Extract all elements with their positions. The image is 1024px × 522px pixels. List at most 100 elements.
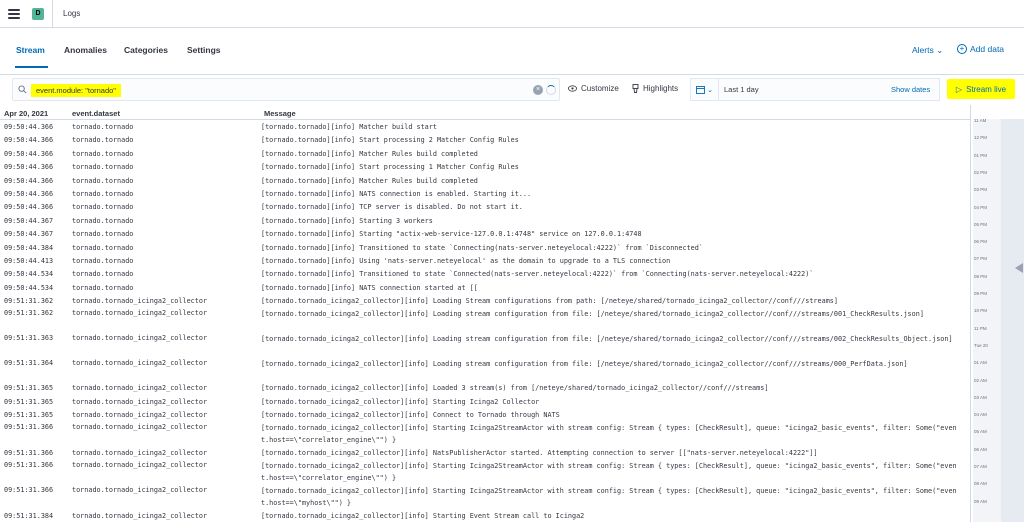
add-data-button[interactable]: + Add data — [957, 44, 1004, 54]
minimap-tick-label: 07 AM — [974, 464, 987, 469]
log-message: [tornado.tornado][info] Start processing… — [261, 163, 519, 172]
log-timestamp: 09:51:31.366 — [4, 449, 54, 458]
log-message: [tornado.tornado_icinga2_collector][info… — [261, 335, 953, 344]
minimap-tick-label: 04 PM — [974, 204, 988, 210]
clear-icon[interactable]: × — [533, 85, 543, 95]
log-row[interactable]: 09:50:44.366 tornado.tornado [tornado.torn… — [0, 148, 970, 161]
log-row[interactable]: 09:51:31.365 tornado.tornado_icinga2_coll… — [0, 409, 970, 422]
tabs-bar: Stream Anomalies Categories Settings Ale… — [0, 29, 1024, 75]
log-dataset: tornado.tornado — [72, 136, 134, 145]
log-row[interactable]: 09:51:31.362 tornado.tornado_icinga2_coll… — [0, 308, 970, 333]
log-timestamp: 09:51:31.366 — [4, 423, 54, 432]
log-stream: 09:50:44.366 tornado.tornado [tornado.torn… — [0, 121, 970, 522]
log-row[interactable]: 09:51:31.366 tornado.tornado_icinga2_coll… — [0, 447, 970, 460]
log-dataset: tornado.tornado_icinga2_collector — [72, 309, 208, 318]
log-message: [tornado.tornado][info] Transitioned to … — [261, 243, 703, 252]
tab-anomalies[interactable]: Anomalies — [64, 45, 107, 55]
log-row[interactable]: 09:51:31.364 tornado.tornado_icinga2_coll… — [0, 358, 970, 383]
highlights-button[interactable]: Highlights — [632, 84, 678, 93]
space-avatar[interactable]: D — [32, 7, 44, 20]
customize-button[interactable]: Customize — [568, 84, 619, 93]
log-row[interactable]: 09:50:44.534 tornado.tornado [tornado.torn… — [0, 268, 970, 281]
minimap-tick-label: 08 PM — [974, 273, 988, 279]
search-toolbar: event.module: "tornado" × Customize High… — [0, 76, 1024, 104]
log-row[interactable]: 09:51:31.362 tornado.tornado_icinga2_coll… — [0, 295, 970, 308]
log-row[interactable]: 09:50:44.366 tornado.tornado [tornado.torn… — [0, 161, 970, 174]
log-timestamp: 09:51:31.384 — [4, 511, 54, 520]
calendar-icon — [696, 86, 706, 94]
log-minimap[interactable]: 11 AM 12 PM 01 PM 02 PM 03 PM 04 PM 05 PM 06 PM… — [970, 105, 1024, 522]
column-header-dataset: event.dataset — [72, 109, 120, 118]
log-dataset: tornado.tornado_icinga2_collector — [72, 358, 208, 367]
log-dataset: tornado.tornado_icinga2_collector — [72, 384, 208, 393]
log-timestamp: 09:51:31.364 — [4, 358, 54, 367]
date-picker: ⌄ Last 1 day Show dates — [690, 78, 940, 101]
log-row[interactable]: 09:51:31.366 tornado.tornado_icinga2_coll… — [0, 422, 970, 447]
log-timestamp: 09:51:31.366 — [4, 461, 54, 470]
log-message: [tornado.tornado][info] Using 'nats-serv… — [261, 256, 671, 265]
column-header-message: Message — [264, 109, 296, 118]
minimap-tick-label: Tue 20 — [974, 342, 988, 348]
log-row[interactable]: 09:50:44.366 tornado.tornado [tornado.torn… — [0, 201, 970, 214]
minimap-tick-label: 05 AM — [974, 429, 987, 435]
log-timestamp: 09:50:44.366 — [4, 123, 54, 131]
log-row[interactable]: 09:50:44.366 tornado.tornado [tornado.torn… — [0, 188, 970, 201]
log-row[interactable]: 09:50:44.413 tornado.tornado [tornado.torn… — [0, 255, 970, 268]
quick-select-button[interactable]: ⌄ — [691, 79, 719, 100]
log-timestamp: 09:51:31.363 — [4, 334, 54, 343]
minimap-tick-label: 06 AM — [974, 446, 987, 452]
log-row[interactable]: 09:51:31.384 tornado.tornado_icinga2_coll… — [0, 510, 970, 522]
search-input[interactable]: event.module: "tornado" × — [12, 78, 560, 101]
time-range-label[interactable]: Last 1 day — [724, 85, 759, 94]
search-query-text: event.module: "tornado" — [31, 84, 121, 97]
log-timestamp: 09:50:44.413 — [4, 256, 54, 265]
log-dataset: tornado.tornado — [72, 176, 134, 185]
minimap-tick-label: 03 AM — [974, 394, 987, 400]
log-row[interactable]: 09:50:44.366 tornado.tornado [tornado.torn… — [0, 134, 970, 147]
minimap-tick-label: 11 AM — [974, 118, 987, 123]
log-row[interactable]: 09:51:31.363 tornado.tornado_icinga2_coll… — [0, 333, 970, 358]
minimap-tick-label: 01 PM — [974, 152, 988, 158]
log-row[interactable]: 09:51:31.366 tornado.tornado_icinga2_coll… — [0, 485, 970, 510]
log-dataset: tornado.tornado — [72, 163, 134, 172]
tab-settings[interactable]: Settings — [187, 45, 221, 55]
log-timestamp: 09:50:44.534 — [4, 270, 54, 279]
highlighter-icon — [632, 84, 639, 93]
plus-circle-icon: + — [957, 44, 967, 54]
play-icon: ▷ — [955, 84, 963, 94]
minimap-tick-label: 06 PM — [974, 239, 988, 245]
minimap-time-band — [973, 119, 1001, 522]
log-row[interactable]: 09:50:44.384 tornado.tornado [tornado.torn… — [0, 242, 970, 255]
minimap-tick-label: 09 AM — [974, 498, 987, 504]
log-message: [tornado.tornado_icinga2_collector][info… — [261, 424, 957, 444]
log-message: [tornado.tornado_icinga2_collector][info… — [261, 359, 908, 368]
stream-live-button[interactable]: ▷ Stream live — [947, 79, 1015, 99]
log-row[interactable]: 09:50:44.367 tornado.tornado [tornado.torn… — [0, 215, 970, 228]
log-row[interactable]: 09:50:44.366 tornado.tornado [tornado.torn… — [0, 175, 970, 188]
chevron-down-icon: ⌄ — [707, 86, 713, 94]
log-row[interactable]: 09:50:44.534 tornado.tornado [tornado.torn… — [0, 282, 970, 295]
tab-stream[interactable]: Stream — [16, 45, 45, 55]
log-dataset: tornado.tornado_icinga2_collector — [72, 461, 208, 470]
loading-spinner-icon — [546, 85, 556, 95]
column-header-date: Apr 20, 2021 — [4, 109, 49, 118]
log-message: [tornado.tornado_icinga2_collector][info… — [261, 397, 540, 406]
log-row[interactable]: 09:51:31.365 tornado.tornado_icinga2_coll… — [0, 382, 970, 395]
log-timestamp: 09:50:44.384 — [4, 243, 54, 252]
log-row[interactable]: 09:50:44.366 tornado.tornado [tornado.torn… — [0, 121, 970, 134]
alerts-button[interactable]: Alerts ⌄ — [912, 45, 943, 56]
log-timestamp: 09:50:44.367 — [4, 216, 54, 225]
log-dataset: tornado.tornado — [72, 243, 134, 252]
tab-categories[interactable]: Categories — [124, 45, 168, 55]
log-row[interactable]: 09:51:31.366 tornado.tornado_icinga2_coll… — [0, 460, 970, 485]
log-message: [tornado.tornado][info] Start processing… — [261, 136, 519, 145]
menu-icon[interactable] — [8, 8, 20, 19]
log-message: [tornado.tornado_icinga2_collector][info… — [261, 411, 560, 420]
log-row[interactable]: 09:51:31.365 tornado.tornado_icinga2_coll… — [0, 396, 970, 409]
show-dates-button[interactable]: Show dates — [891, 85, 930, 94]
log-dataset: tornado.tornado_icinga2_collector — [72, 411, 208, 420]
log-message: [tornado.tornado][info] Matcher Rules bu… — [261, 149, 478, 158]
log-row[interactable]: 09:50:44.367 tornado.tornado [tornado.torn… — [0, 228, 970, 241]
log-message: [tornado.tornado_icinga2_collector][info… — [261, 297, 838, 306]
column-header-row: Apr 20, 2021 event.dataset Message — [0, 105, 970, 120]
